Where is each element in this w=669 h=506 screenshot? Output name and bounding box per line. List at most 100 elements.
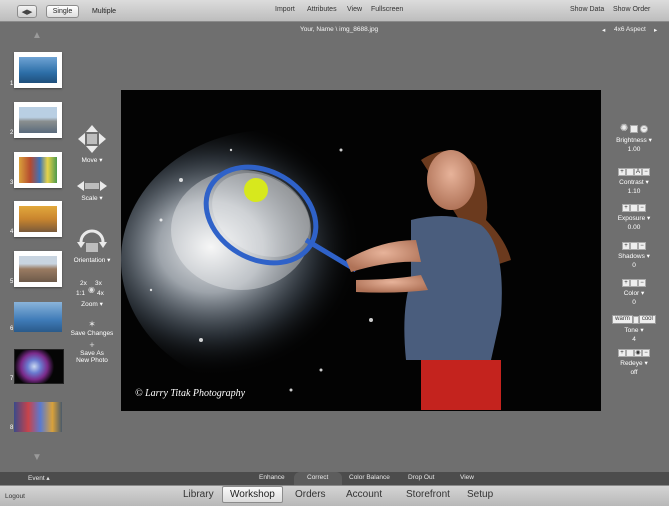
main-photo[interactable]: © Larry Titak Photography bbox=[121, 90, 601, 411]
brightness-reset-icon[interactable] bbox=[630, 125, 639, 134]
tennis-ball bbox=[244, 178, 268, 202]
move-icon bbox=[78, 125, 106, 153]
tab-single[interactable]: Single bbox=[46, 5, 79, 18]
tone-value: 4 bbox=[632, 336, 636, 343]
show-data-link[interactable]: Show Data bbox=[570, 6, 604, 13]
aspect-prev-icon[interactable]: ◂ bbox=[602, 26, 605, 34]
thumbnail-number: 1 bbox=[10, 81, 14, 87]
show-order-link[interactable]: Show Order bbox=[613, 6, 650, 13]
nav-workshop[interactable]: Workshop bbox=[222, 486, 283, 503]
tone-warm-button[interactable]: warm bbox=[612, 315, 633, 324]
redeye-minus-icon[interactable]: − bbox=[642, 349, 650, 357]
thumbnail-7[interactable] bbox=[14, 349, 64, 384]
zoom-1to1-option[interactable]: 1:1 bbox=[76, 290, 85, 297]
shadows-reset-icon[interactable] bbox=[630, 242, 638, 250]
nav-storefront[interactable]: Storefront bbox=[406, 489, 450, 500]
nav-account[interactable]: Account bbox=[346, 489, 382, 500]
shadows-minus-icon[interactable]: − bbox=[638, 242, 646, 250]
redeye-plus-icon[interactable]: + bbox=[618, 349, 626, 357]
zoom-tool[interactable]: 2x 3x 1:1 4x ◉ Zoom ▾ bbox=[74, 280, 110, 308]
redeye-label: Redeye bbox=[620, 360, 643, 367]
attributes-link[interactable]: Attributes bbox=[307, 6, 337, 13]
nav-setup[interactable]: Setup bbox=[467, 489, 493, 500]
tab-view[interactable]: View bbox=[460, 474, 474, 481]
star-icon: ✶ bbox=[88, 319, 96, 329]
orientation-label: Orientation bbox=[73, 257, 106, 264]
main-nav-bar bbox=[0, 485, 669, 506]
tab-drop-out[interactable]: Drop Out bbox=[408, 474, 434, 481]
exposure-control[interactable]: + − Exposure ▾ 0.00 bbox=[610, 204, 658, 231]
tab-color-balance[interactable]: Color Balance bbox=[349, 474, 390, 481]
contrast-plus-icon[interactable]: + bbox=[618, 168, 626, 176]
zoom-4x-option[interactable]: 4x bbox=[97, 290, 104, 297]
thumbnail-2[interactable] bbox=[14, 102, 62, 138]
thumbnail-number: 7 bbox=[10, 376, 14, 382]
filmstrip-up-icon[interactable]: ▲ bbox=[29, 31, 45, 41]
tab-correct[interactable]: Correct bbox=[307, 474, 328, 481]
contrast-low-icon[interactable] bbox=[626, 168, 634, 176]
tone-cool-button[interactable]: cool bbox=[638, 315, 656, 324]
brightness-control[interactable]: ✺ − Brightness ▾ 1.00 bbox=[610, 123, 658, 153]
orientation-tool[interactable]: Orientation ▾ bbox=[70, 228, 114, 264]
photo-watermark: © Larry Titak Photography bbox=[135, 388, 246, 399]
color-plus-icon[interactable]: + bbox=[622, 279, 630, 287]
thumbnail-number: 6 bbox=[10, 326, 14, 332]
brightness-value: 1.00 bbox=[627, 146, 641, 153]
thumbnail-3[interactable] bbox=[14, 152, 62, 188]
brightness-minus-icon[interactable]: − bbox=[640, 125, 649, 134]
color-control[interactable]: + − Color ▾ 0 bbox=[610, 279, 658, 306]
zoom-3x-option[interactable]: 3x bbox=[95, 280, 102, 287]
contrast-control[interactable]: + A − Contrast ▾ 1.10 bbox=[610, 168, 658, 195]
exposure-reset-icon[interactable] bbox=[630, 204, 638, 212]
logout-link[interactable]: Logout bbox=[5, 493, 25, 500]
thumbnail-1[interactable] bbox=[14, 52, 62, 88]
redeye-eye-icon[interactable]: ◉ bbox=[634, 349, 642, 357]
thumbnail-number: 4 bbox=[10, 229, 14, 235]
event-menu[interactable]: Event ▴ bbox=[28, 474, 50, 482]
thumbnail-6[interactable] bbox=[14, 302, 62, 332]
filmstrip-down-icon[interactable]: ▼ bbox=[29, 453, 45, 463]
sun-icon[interactable]: ✺ bbox=[620, 123, 628, 134]
move-tool[interactable]: Move ▾ bbox=[74, 124, 110, 164]
save-changes-button[interactable]: ✶ Save Changes bbox=[70, 319, 114, 337]
contrast-value: 1.10 bbox=[627, 188, 641, 195]
contrast-minus-icon[interactable]: − bbox=[642, 168, 650, 176]
back-arrow-icon: ◀▶ bbox=[21, 8, 33, 16]
thumbnail-8[interactable] bbox=[14, 402, 62, 432]
shadows-control[interactable]: + − Shadows ▾ 0 bbox=[610, 242, 658, 269]
tab-multiple[interactable]: Multiple bbox=[86, 5, 122, 18]
aspect-next-icon[interactable]: ▸ bbox=[654, 26, 657, 34]
shadows-plus-icon[interactable]: + bbox=[622, 242, 630, 250]
tab-enhance[interactable]: Enhance bbox=[259, 474, 285, 481]
scale-tool[interactable]: Scale ▾ bbox=[74, 180, 110, 202]
save-as-new-button[interactable]: + Save As New Photo bbox=[70, 340, 114, 364]
back-forward-button[interactable]: ◀▶ bbox=[17, 5, 37, 18]
contrast-a-icon[interactable]: A bbox=[634, 168, 642, 176]
nav-library[interactable]: Library bbox=[183, 489, 214, 500]
thumbnail-5[interactable] bbox=[14, 251, 62, 287]
shadows-value: 0 bbox=[632, 262, 636, 269]
fullscreen-link[interactable]: Fullscreen bbox=[371, 6, 403, 13]
shadows-label: Shadows bbox=[618, 253, 645, 260]
new-photo-label: New Photo bbox=[76, 357, 108, 364]
aspect-label[interactable]: 4x6 Aspect bbox=[614, 26, 646, 33]
redeye-reset-icon[interactable] bbox=[626, 349, 634, 357]
exposure-minus-icon[interactable]: − bbox=[638, 204, 646, 212]
view-link[interactable]: View bbox=[347, 6, 362, 13]
exposure-plus-icon[interactable]: + bbox=[622, 204, 630, 212]
nav-orders[interactable]: Orders bbox=[295, 489, 326, 500]
zoom-2x-option[interactable]: 2x bbox=[80, 280, 87, 287]
tone-control[interactable]: warm cool Tone ▾ 4 bbox=[608, 315, 660, 343]
thumbnail-4[interactable] bbox=[14, 201, 62, 237]
thumbnail-number: 2 bbox=[10, 130, 14, 136]
redeye-control[interactable]: + ◉ − Redeye ▾ off bbox=[610, 349, 658, 376]
color-value: 0 bbox=[632, 299, 636, 306]
contrast-label: Contrast bbox=[619, 179, 644, 186]
color-minus-icon[interactable]: − bbox=[638, 279, 646, 287]
plus-icon: + bbox=[89, 340, 95, 350]
tone-label: Tone bbox=[624, 327, 639, 334]
import-link[interactable]: Import bbox=[275, 6, 295, 13]
rotate-icon bbox=[77, 229, 107, 252]
redeye-value: off bbox=[630, 369, 638, 376]
color-reset-icon[interactable] bbox=[630, 279, 638, 287]
